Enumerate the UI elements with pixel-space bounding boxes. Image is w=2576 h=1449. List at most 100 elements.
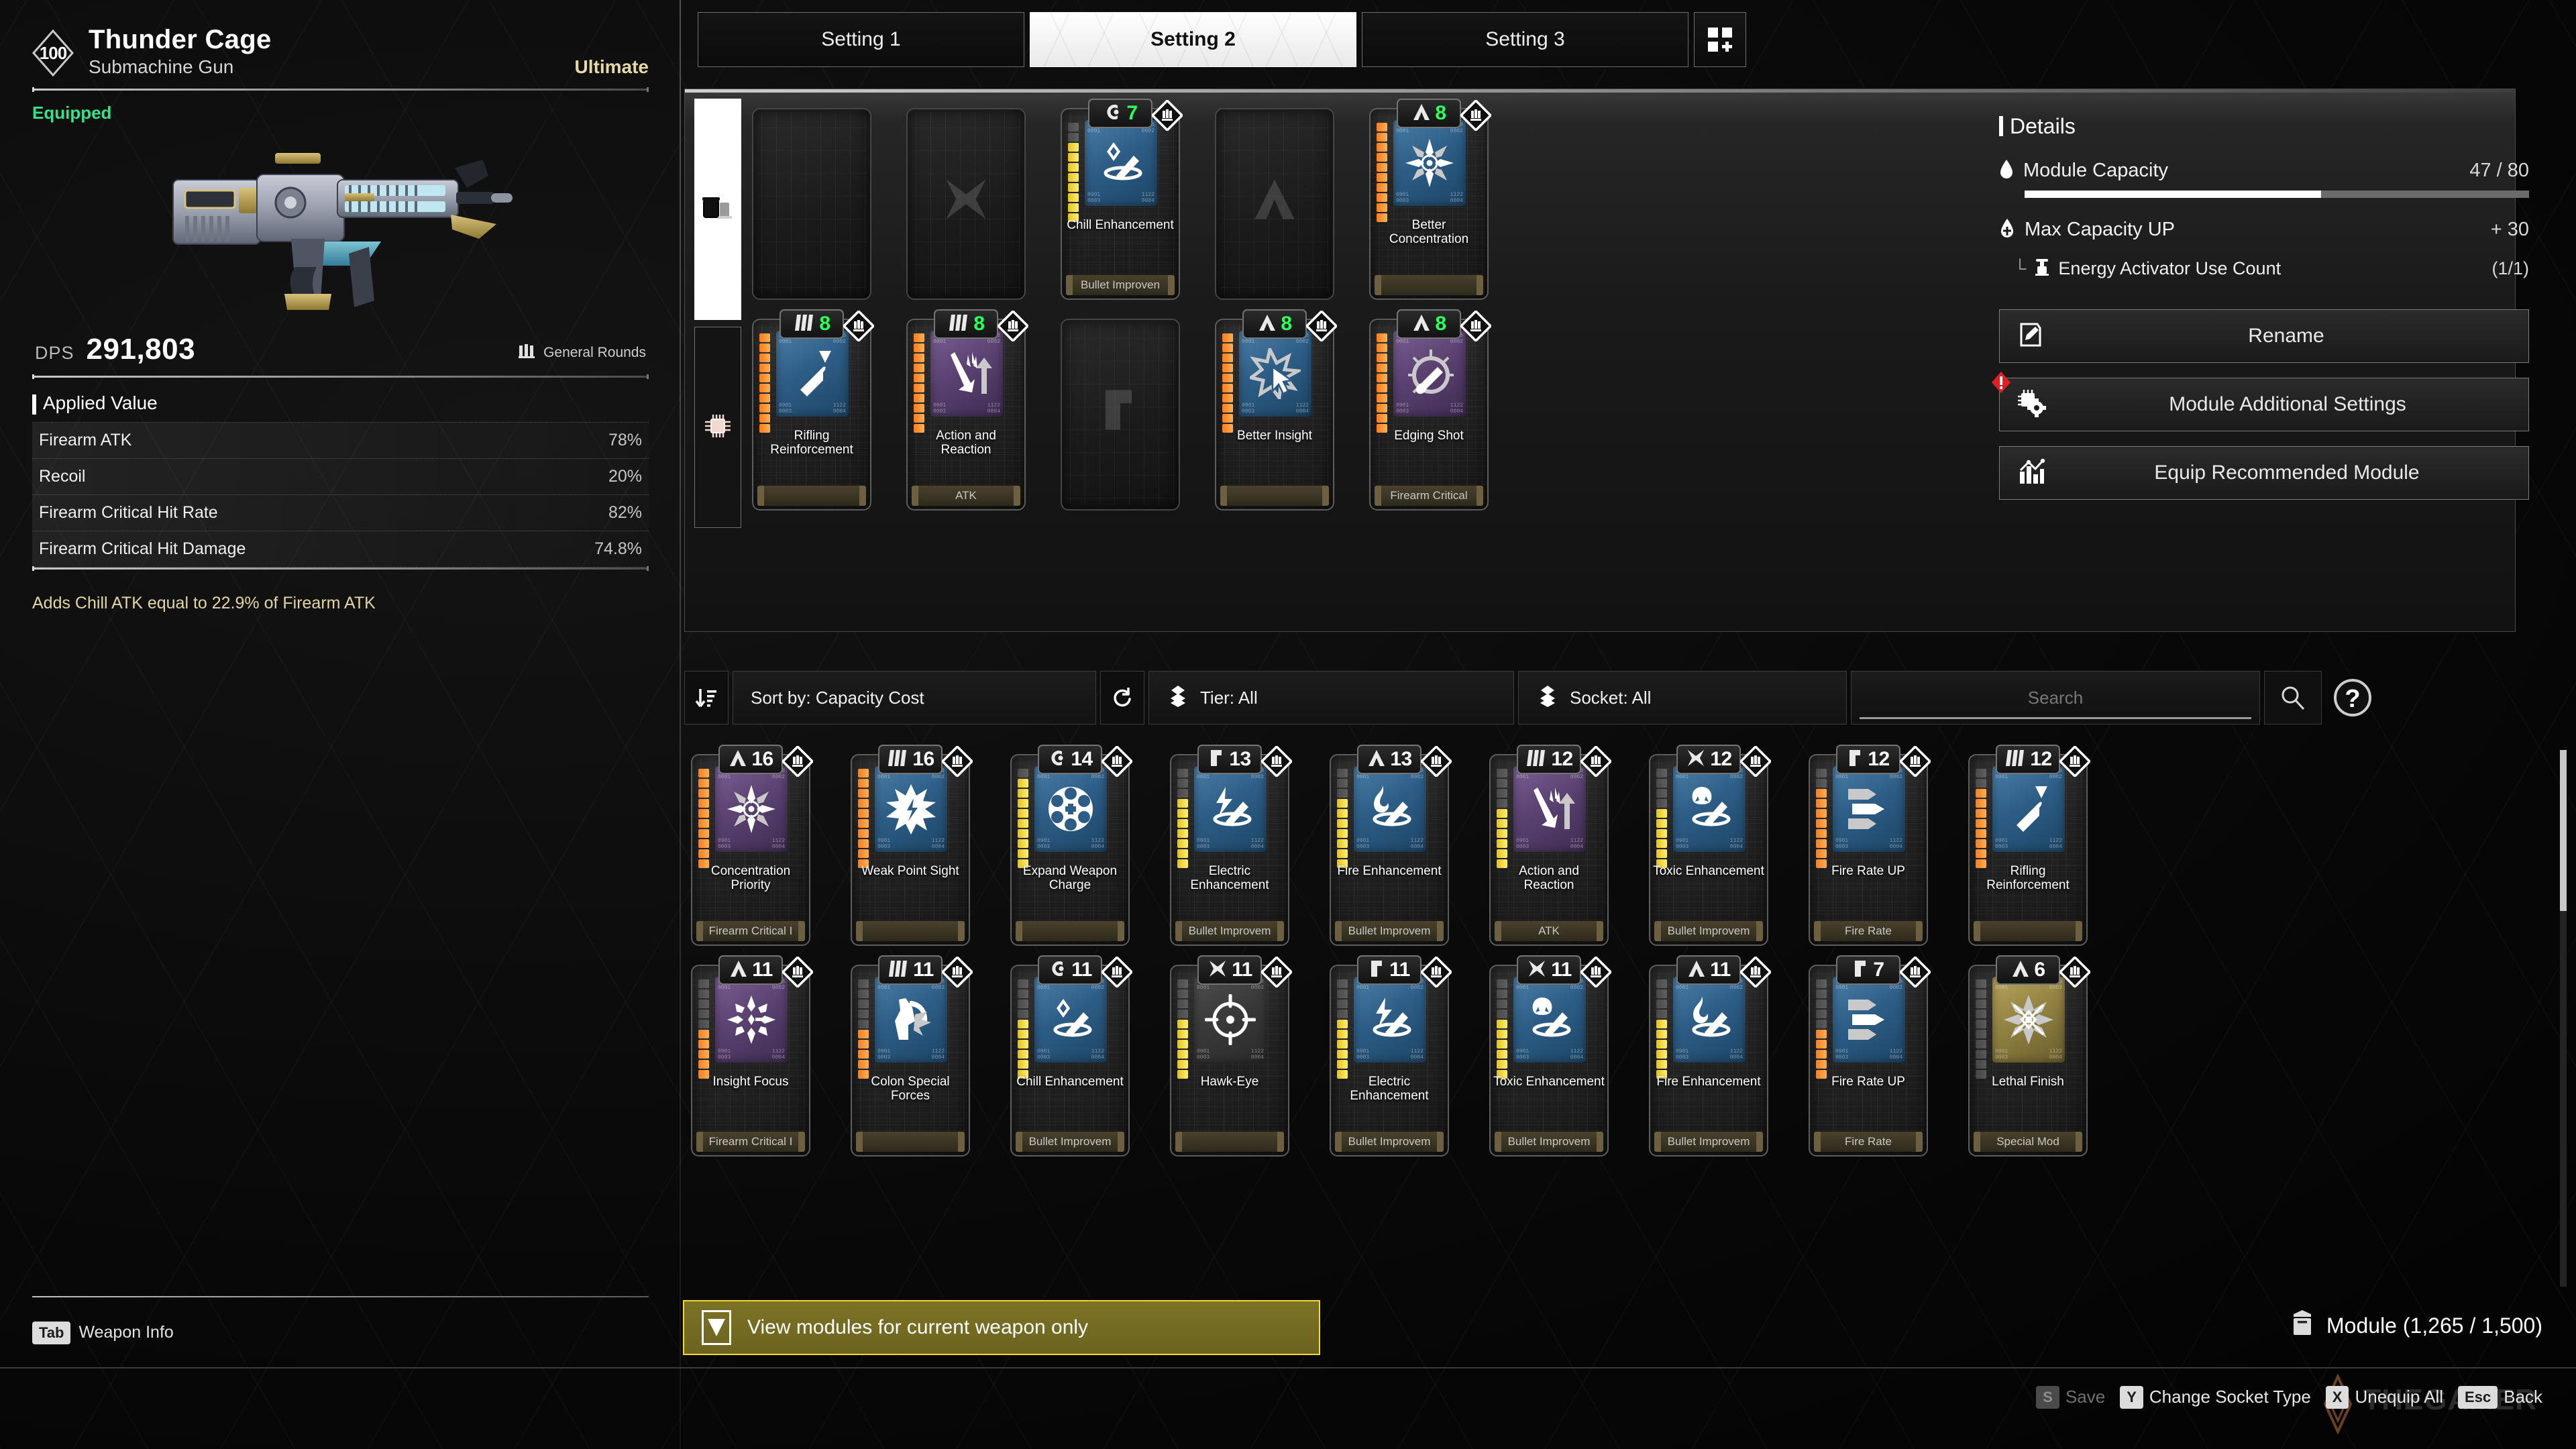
module-card[interactable]: 1202000112280002090100031122000416 Weak P…: [851, 745, 974, 946]
module-card[interactable]: 1202000112280002090100031122000411 Electr…: [1330, 955, 1453, 1157]
add-setting-button[interactable]: [1694, 12, 1746, 67]
module-category: ATK: [1495, 921, 1603, 941]
module-level-pips: [1497, 769, 1507, 868]
module-card[interactable]: 120200011228000209010003112200048 Rifling…: [752, 309, 875, 511]
module-cost-badge: 8: [1242, 309, 1307, 339]
socket-type-malachite-icon: [1411, 313, 1432, 336]
module-card[interactable]: 1202000112280002090100031122000411 Fire E…: [1649, 955, 1772, 1157]
tab-setting-1[interactable]: Setting 1: [698, 12, 1024, 67]
module-card[interactable]: 1202000112280002090100031122000411 Insigh…: [691, 955, 814, 1157]
checkbox-label: View modules for current weapon only: [747, 1316, 1089, 1338]
module-card[interactable]: 1202000112280002090100031122000411 Colon …: [851, 955, 974, 1157]
socket-filter-dropdown[interactable]: Socket: All: [1518, 671, 1847, 724]
module-grid-scrollbar[interactable]: [2560, 750, 2567, 1287]
key-hint[interactable]: X Unequip All: [2325, 1386, 2443, 1409]
key-cap: Y: [2120, 1386, 2143, 1409]
details-panel: Details Module Capacity 47 / 80 Max Capa…: [1992, 114, 2529, 515]
module-cost-value: 14: [1071, 748, 1093, 770]
socket-type-rutile-icon: [1852, 959, 1870, 982]
module-slot-empty[interactable]: [906, 99, 1026, 300]
module-capacity-label: Module Capacity: [2023, 160, 2168, 181]
module-card[interactable]: 1202000112280002090100031122000413 Fire E…: [1330, 745, 1453, 946]
tab-setting-2[interactable]: Setting 2: [1030, 12, 1356, 67]
tab-label: Setting 1: [821, 28, 901, 50]
tab-setting-3[interactable]: Setting 3: [1362, 12, 1688, 67]
module-card[interactable]: 1202000112280002090100031122000411 Toxic …: [1489, 955, 1613, 1157]
rename-button[interactable]: Rename: [1999, 309, 2529, 363]
module-slot-empty[interactable]: [1061, 309, 1180, 511]
help-icon[interactable]: ?: [2326, 671, 2379, 724]
key-hint-label: Save: [2065, 1387, 2106, 1407]
module-cost-value: 7: [1873, 959, 1884, 981]
search-field-wrapper[interactable]: [1851, 671, 2260, 724]
module-card[interactable]: 120200011228000209010003112200047 Chill E…: [1061, 99, 1184, 300]
tier-filter-dropdown[interactable]: Tier: All: [1148, 671, 1514, 724]
module-additional-settings-button[interactable]: Module Additional Settings: [1999, 378, 2529, 431]
module-card[interactable]: 1202000112280002090100031122000412 Riflin…: [1968, 745, 2092, 946]
module-card[interactable]: 1202000112280002090100031122000414 Expand…: [1010, 745, 1134, 946]
weapon-module-icon: [702, 195, 733, 225]
module-category: [1175, 1132, 1284, 1152]
module-card[interactable]: 1202000112280002090100031122000412 Action…: [1489, 745, 1613, 946]
category-tab-0[interactable]: [694, 99, 741, 320]
key-hint[interactable]: Y Change Socket Type: [2120, 1386, 2311, 1409]
module-ammo-type-icon: [1100, 955, 1134, 989]
equip-recommended-module-button[interactable]: Equip Recommended Module: [1999, 446, 2529, 500]
scrollbar-thumb[interactable]: [2560, 750, 2567, 911]
module-category-tabs: [694, 99, 741, 528]
key-hint[interactable]: S Save: [2036, 1386, 2105, 1409]
module-category: ATK: [912, 486, 1020, 506]
weapon-level-badge: 100: [32, 30, 74, 76]
module-card[interactable]: 120200011228000209010003112200048 Edging …: [1369, 309, 1493, 511]
weapon-info-label: Weapon Info: [78, 1323, 174, 1342]
checkbox-box: [702, 1310, 731, 1345]
reset-filters-button[interactable]: [1100, 671, 1144, 724]
module-ammo-type-icon: [1419, 955, 1453, 989]
socket-type-watermark-rutile-icon: [1061, 309, 1180, 511]
module-cost-value: 13: [1229, 748, 1251, 770]
weapon-info-hint[interactable]: Tab Weapon Info: [32, 1322, 174, 1344]
equipped-status: Equipped: [32, 103, 112, 123]
sort-direction-button[interactable]: [684, 671, 729, 724]
module-card[interactable]: 120200011228000209010003112200047 Fire Ra…: [1809, 955, 1932, 1157]
rifling-icon: 12020001122800020901000311220004: [1992, 766, 2065, 852]
energy-activator-label: Energy Activator Use Count: [2058, 258, 2282, 278]
module-ammo-type-icon: [781, 745, 814, 778]
revolver-icon: 12020001122800020901000311220004: [1034, 766, 1107, 852]
weapon-header: 100 Thunder Cage Submachine Gun Ultimate: [32, 25, 649, 78]
module-card[interactable]: 1202000112280002090100031122000412 Toxic …: [1649, 745, 1772, 946]
search-input[interactable]: [1851, 672, 2259, 724]
key-hint[interactable]: Esc Back: [2458, 1386, 2542, 1409]
module-card[interactable]: 1202000112280002090100031122000411 Chill …: [1010, 955, 1134, 1157]
module-card[interactable]: 120200011228000209010003112200048 Action …: [906, 309, 1030, 511]
search-icon[interactable]: [2264, 671, 2322, 724]
module-level-pips: [1377, 123, 1387, 222]
module-grid-wrapper: 1202000112280002090100031122000416Concen…: [691, 745, 2563, 1295]
category-tab-1[interactable]: [694, 327, 741, 528]
module-cost-value: 11: [1232, 959, 1252, 981]
module-ammo-type-icon: [996, 309, 1030, 343]
module-card[interactable]: 1202000112280002090100031122000413 Electr…: [1170, 745, 1293, 946]
module-category: Firearm Critical: [1375, 486, 1483, 506]
module-card[interactable]: 120200011228000209010003112200048 Better …: [1215, 309, 1338, 511]
module-count-label: Module (1,265 / 1,500): [2326, 1313, 2542, 1338]
module-cost-value: 6: [2034, 959, 2045, 981]
module-slot-empty[interactable]: [1215, 99, 1334, 300]
module-card[interactable]: 120200011228000209010003112200048 Better …: [1369, 99, 1493, 300]
module-name: Better Concentration: [1389, 218, 1469, 247]
module-card[interactable]: 1202000112280002090100031122000412 Fire R…: [1809, 745, 1932, 946]
module-ammo-type-icon: [1419, 745, 1453, 778]
weapon-type: Submachine Gun: [89, 56, 234, 77]
module-card[interactable]: 1202000112280002090100031122000416 Concen…: [691, 745, 814, 946]
module-slot-empty[interactable]: [752, 99, 871, 300]
module-cost-value: 11: [913, 959, 934, 981]
socket-type-watermark-almandine-icon: [906, 99, 1026, 300]
view-current-weapon-checkbox[interactable]: View modules for current weapon only: [683, 1300, 1320, 1355]
pencil-icon: [2017, 321, 2044, 352]
module-name: Electric Enhancement: [1350, 1075, 1429, 1104]
sort-by-dropdown[interactable]: Sort by: Capacity Cost: [733, 671, 1096, 724]
button-label: Rename: [2248, 325, 2324, 347]
stat-label: Firearm Critical Hit Damage: [39, 539, 246, 558]
module-card[interactable]: 1202000112280002090100031122000411 Hawk-E…: [1170, 955, 1293, 1157]
module-card[interactable]: 120200011228000209010003112200046 Lethal …: [1968, 955, 2092, 1157]
